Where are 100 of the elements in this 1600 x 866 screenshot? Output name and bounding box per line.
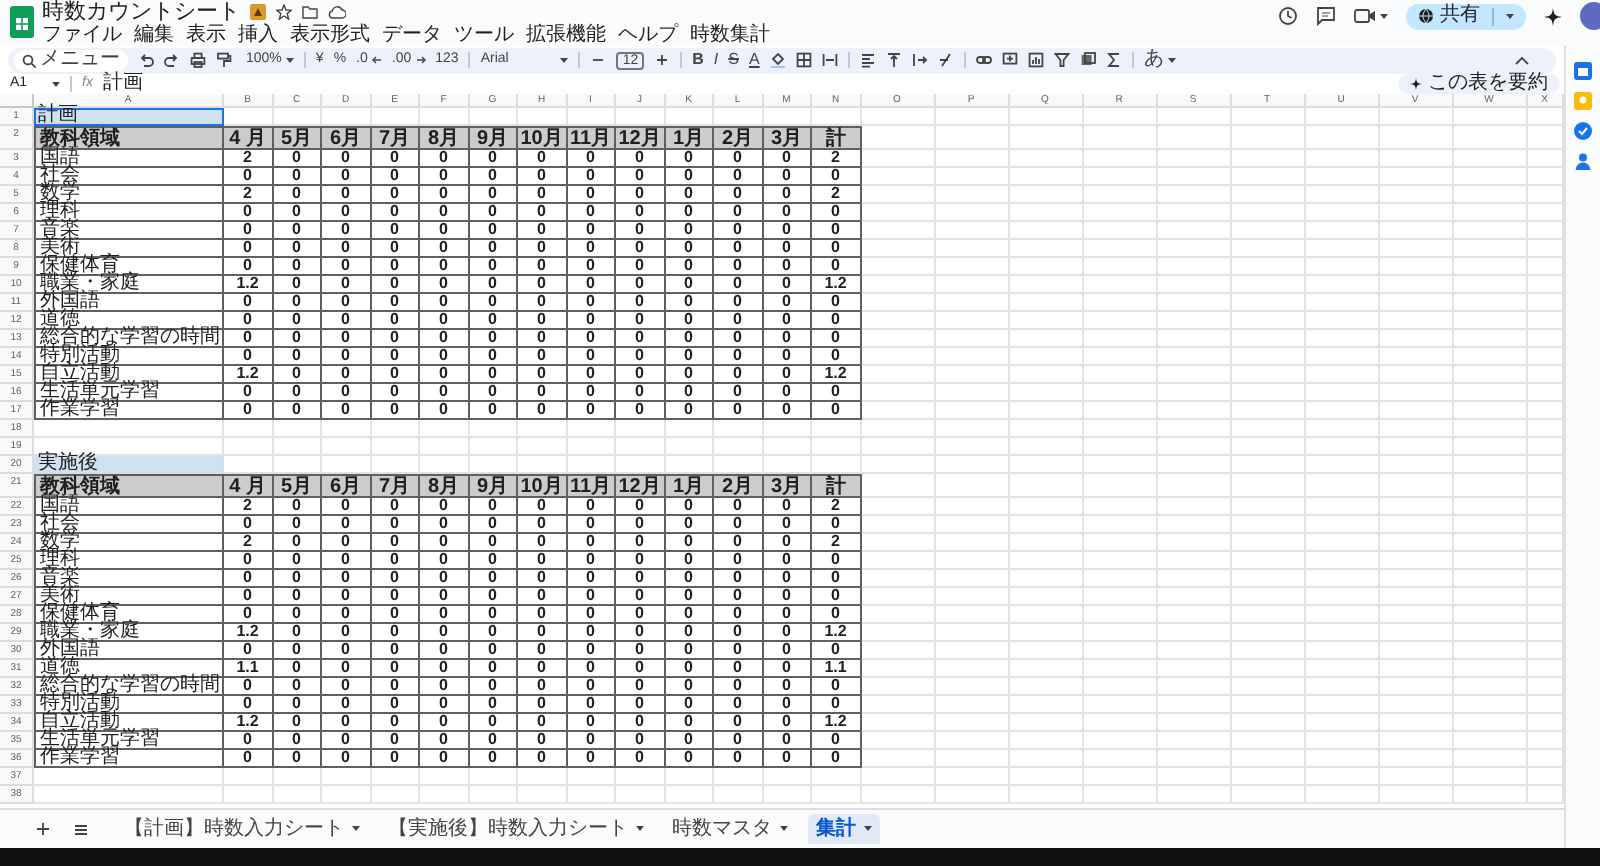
table-cell[interactable]: 0 [665,258,714,277]
table-cell[interactable]: 0 [224,570,273,589]
column-header-cell[interactable]: 2月 [714,474,763,499]
menu-icon[interactable] [74,823,88,836]
input-tools-button[interactable]: あ [1143,50,1176,71]
table-cell[interactable]: 0 [420,186,469,205]
table-cell[interactable]: 0 [665,660,714,679]
table-cell[interactable]: 0 [420,750,469,769]
table-cell[interactable]: 0 [322,150,371,169]
table-cell[interactable]: 0 [665,330,714,349]
menu-item[interactable]: 拡張機能 [526,24,606,46]
table-cell[interactable]: 0 [665,696,714,715]
table-cell[interactable]: 0 [322,750,371,769]
table-cell[interactable]: 0 [224,402,273,421]
table-cell[interactable]: 0 [567,588,616,607]
table-cell[interactable]: 0 [469,330,518,349]
table-cell[interactable]: 実施後 [34,456,224,475]
filter-icon[interactable] [1053,52,1070,69]
table-cell[interactable]: 0 [371,402,420,421]
table-cell[interactable]: 0 [567,750,616,769]
table-cell[interactable]: 0 [420,384,469,403]
vertical-align-icon[interactable] [885,52,902,69]
table-cell[interactable]: 0 [469,222,518,241]
table-cell[interactable]: 0 [518,312,567,331]
table-cell[interactable]: 0 [273,678,322,697]
table-cell[interactable]: 0 [518,330,567,349]
table-cell[interactable]: 0 [322,642,371,661]
table-cell[interactable]: 0 [420,660,469,679]
table-cell[interactable]: 0 [763,402,812,421]
table-cell[interactable]: 0 [469,624,518,643]
table-cell[interactable]: 0 [224,294,273,313]
table-cell[interactable]: 0 [371,516,420,535]
table-cell[interactable]: 0 [567,240,616,259]
table-cell[interactable]: 0 [616,312,665,331]
table-cell[interactable]: 0 [518,294,567,313]
table-cell[interactable]: 0 [616,624,665,643]
table-cell[interactable]: 0 [665,150,714,169]
table-cell[interactable]: 0 [469,276,518,295]
table-cell[interactable]: 0 [616,384,665,403]
table-cell[interactable]: 0 [322,276,371,295]
table-cell[interactable]: 0 [224,588,273,607]
table-cell[interactable]: 0 [273,312,322,331]
table-cell[interactable]: 0 [616,348,665,367]
table-cell[interactable]: 0 [273,732,322,751]
table-cell[interactable]: 0 [322,696,371,715]
badge-icon[interactable] [250,4,266,20]
table-cell[interactable]: 0 [273,552,322,571]
table-cell[interactable]: 0 [567,276,616,295]
column-header-cell[interactable]: 9月 [469,126,518,151]
table-cell[interactable]: 0 [273,168,322,187]
table-cell[interactable]: 0 [224,606,273,625]
table-cell[interactable]: 0 [518,624,567,643]
table-cell[interactable]: 0 [763,258,812,277]
link-icon[interactable] [975,52,992,69]
table-cell[interactable]: 0 [812,222,861,241]
table-cell[interactable]: 0 [273,366,322,385]
table-cell[interactable]: 0 [273,348,322,367]
table-cell[interactable]: 0 [763,750,812,769]
sparkle-icon[interactable] [1544,7,1562,25]
table-cell[interactable]: 0 [567,624,616,643]
table-cell[interactable]: 0 [567,294,616,313]
table-cell[interactable]: 0 [273,294,322,313]
italic-button[interactable]: I [713,52,719,69]
table-cell[interactable]: 0 [616,606,665,625]
menu-item[interactable]: 編集 [134,24,174,46]
table-cell[interactable]: 0 [420,534,469,553]
table-cell[interactable]: 0 [763,696,812,715]
table-cell[interactable]: 0 [273,186,322,205]
column-header-cell[interactable]: 8月 [420,474,469,499]
table-cell[interactable]: 0 [616,660,665,679]
table-cell[interactable]: 0 [420,330,469,349]
column-header-cell[interactable]: 4 月 [224,126,273,151]
table-cell[interactable]: 0 [273,204,322,223]
table-cell[interactable]: 0 [420,204,469,223]
table-cell[interactable]: 0 [224,678,273,697]
sheet-tab[interactable]: 【実施後】時数入力シート [380,814,652,845]
table-cell[interactable]: 0 [371,606,420,625]
table-cell[interactable]: 0 [273,696,322,715]
column-header-cell[interactable]: 6月 [322,126,371,151]
table-cell[interactable]: 1.2 [812,714,861,733]
table-cell[interactable]: 0 [224,642,273,661]
table-cell[interactable]: 0 [763,150,812,169]
table-cell[interactable]: 0 [616,588,665,607]
table-cell[interactable]: 0 [567,168,616,187]
table-cell[interactable]: 2 [224,498,273,517]
table-cell[interactable]: 0 [665,750,714,769]
table-cell[interactable]: 0 [420,348,469,367]
table-cell[interactable]: 0 [714,624,763,643]
history-icon[interactable] [1278,6,1298,26]
table-cell[interactable]: 0 [371,168,420,187]
table-cell[interactable]: 0 [273,258,322,277]
borders-icon[interactable] [795,52,812,69]
table-cell[interactable]: 0 [665,624,714,643]
table-cell[interactable]: 0 [714,750,763,769]
table-cell[interactable]: 0 [665,552,714,571]
table-cell[interactable]: 0 [518,552,567,571]
table-cell[interactable]: 0 [616,330,665,349]
table-cell[interactable]: 0 [714,222,763,241]
bold-button[interactable]: B [692,52,704,69]
table-cell[interactable]: 0 [714,588,763,607]
